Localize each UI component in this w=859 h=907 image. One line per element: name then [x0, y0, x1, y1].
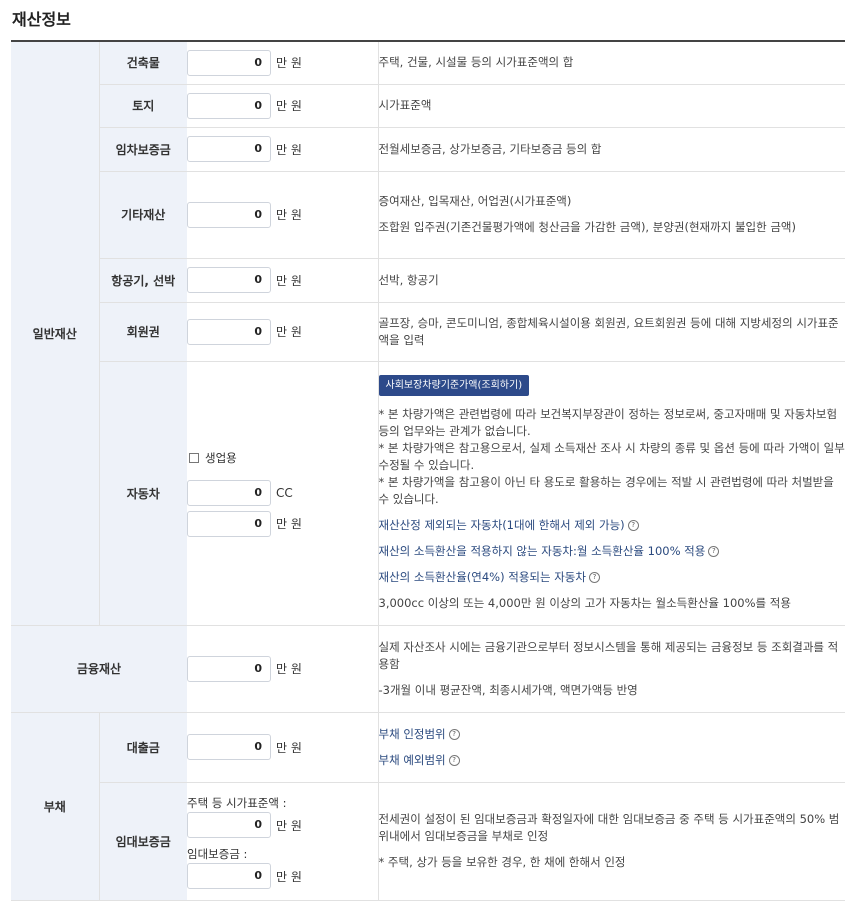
- property-table: 일반재산 건축물 0 만 원 주택, 건물, 시설물 등의 시가표준액의 합 토지…: [11, 40, 845, 901]
- land-unit: 만 원: [276, 99, 302, 113]
- loan-unit: 만 원: [276, 740, 302, 755]
- other-desc-1: 증여재산, 입목재산, 어업권(시가표준액): [378, 194, 572, 208]
- lease-desc-2: * 주택, 상가 등을 보유한 경우, 한 채에 한해서 인정: [378, 855, 626, 869]
- other-input[interactable]: 0: [187, 201, 271, 228]
- building-unit: 만 원: [276, 56, 302, 71]
- debt-recognized-link-text[interactable]: 부채 인정범위: [379, 727, 446, 741]
- row-lease: 임대보증금 주택 등 시가표준액 : 0 만 원 임대보증금 : 0 만 원 전세권…: [11, 782, 845, 901]
- car-note-3: * 본 차량가액을 참고용이 아닌 타 용도로 활용하는 경우에는 적발 시 관…: [378, 474, 834, 506]
- page: 재산정보 일반재산 건축물 0 만 원 주택, 건물, 시설물 등의 시가표준액의…: [0, 0, 859, 907]
- car-excluded-link-text[interactable]: 재산산정 제외되는 자동차(1대에 한해서 제외 가능): [379, 518, 625, 532]
- membership-input[interactable]: 0: [187, 318, 271, 345]
- label-car: 자동차: [98, 361, 187, 626]
- car-note-1: * 본 차량가액은 관련법령에 따라 보건복지부장관이 정하는 정보로써, 중고…: [378, 406, 838, 438]
- membership-desc: 골프장, 승마, 콘도미니엄, 종합체육시설이용 회원권, 요트회원권 등에 대…: [378, 315, 839, 347]
- financial-unit: 만 원: [276, 662, 302, 676]
- question-circle-icon[interactable]: ?: [588, 571, 600, 583]
- aircraft-desc: 선박, 항공기: [378, 272, 439, 287]
- question-circle-icon[interactable]: ?: [708, 545, 720, 557]
- row-loan: 부채 대출금 0 만 원 부채 인정범위? 부채 예외범위?: [11, 712, 846, 901]
- car-no-conversion-link-text[interactable]: 재산의 소득환산을 적용하지 않는 자동차:월 소득환산율 100% 적용: [379, 544, 706, 558]
- business-use-checkbox[interactable]: 생업용: [189, 450, 378, 466]
- house-price-input[interactable]: 0: [187, 812, 271, 838]
- other-unit: 만 원: [276, 208, 302, 222]
- debt-exception-link-text[interactable]: 부채 예외범위: [379, 753, 446, 767]
- lease-deposit-desc: 전월세보증금, 상가보증금, 기타보증금 등의 합: [378, 141, 602, 156]
- aircraft-input[interactable]: 0: [187, 267, 271, 293]
- car-price-input[interactable]: 0: [187, 510, 271, 537]
- building-desc: 주택, 건물, 시설물 등의 시가표준액의 합: [378, 55, 574, 70]
- lease-deposit-debt-unit: 만 원: [276, 869, 302, 884]
- label-land: 토지: [98, 84, 187, 128]
- house-price-unit: 만 원: [276, 818, 302, 833]
- lease-desc-1: 전세권이 설정이 된 임대보증금과 확정일자에 대한 임대보증금 중 주택 등 …: [378, 812, 840, 843]
- label-loan: 대출금: [98, 712, 187, 783]
- question-circle-icon[interactable]: ?: [448, 728, 460, 740]
- car-cc-unit: CC: [276, 485, 293, 500]
- label-membership: 회원권: [98, 302, 187, 362]
- label-building: 건축물: [98, 41, 187, 85]
- debt-exception-link[interactable]: 부채 예외범위?: [379, 752, 846, 769]
- row-lease-deposit: 임차보증금 0 만 원 전월세보증금, 상가보증금, 기타보증금 등의 합: [11, 127, 845, 172]
- financial-desc-1: 실제 자산조사 시에는 금융기관으로부터 정보시스템을 통해 제공되는 금융정보…: [378, 639, 839, 671]
- car-conversion-rate-link[interactable]: 재산의 소득환산율(연4%) 적용되는 자동차?: [379, 569, 846, 586]
- land-desc: 시가표준액: [378, 98, 432, 112]
- checkbox-icon[interactable]: [189, 453, 199, 463]
- loan-input[interactable]: 0: [187, 734, 271, 760]
- land-input[interactable]: 0: [187, 92, 271, 119]
- car-conversion-rate-link-text[interactable]: 재산의 소득환산율(연4%) 적용되는 자동차: [379, 570, 586, 584]
- label-lease-deposit: 임차보증금: [98, 127, 187, 172]
- lease-deposit-debt-input[interactable]: 0: [187, 863, 271, 889]
- aircraft-unit: 만 원: [276, 273, 302, 288]
- business-use-label: 생업용: [205, 450, 237, 465]
- other-desc-2: 조합원 입주권(기존건물평가액에 청산금을 가감한 금액), 분양권(현재까지 …: [378, 220, 797, 234]
- house-price-label: 주택 등 시가표준액 :: [187, 796, 287, 810]
- row-building: 일반재산 건축물 0 만 원 주택, 건물, 시설물 등의 시가표준액의 합: [11, 41, 845, 626]
- financial-desc-2: -3개월 이내 평균잔액, 최종시세가액, 액면가액등 반영: [378, 682, 638, 697]
- row-membership: 회원권 0 만 원 골프장, 승마, 콘도미니엄, 종합체육시설이용 회원권, 요…: [11, 302, 845, 362]
- lease-deposit-label: 임대보증금 :: [187, 847, 248, 861]
- row-land: 토지 0 만 원 시가표준액: [11, 84, 845, 128]
- car-note-2: * 본 차량가액은 참고용으로서, 실제 소득재산 조사 시 차량의 종류 및 …: [378, 440, 845, 472]
- car-price-unit: 만 원: [276, 517, 302, 531]
- question-circle-icon[interactable]: ?: [627, 519, 639, 531]
- question-circle-icon[interactable]: ?: [448, 754, 460, 766]
- row-car: 자동차 생업용 0 CC 0 만 원 사회보장차량기준가액(조회하기) * 본 차량…: [11, 361, 846, 626]
- membership-unit: 만 원: [276, 325, 302, 339]
- label-aircraft: 항공기, 선박: [98, 258, 187, 303]
- row-other: 기타재산 0 만 원 증여재산, 입목재산, 어업권(시가표준액) 조합원 입주권…: [11, 171, 845, 259]
- lease-deposit-input[interactable]: 0: [187, 136, 271, 162]
- financial-input[interactable]: 0: [187, 655, 271, 682]
- row-financial: 금융재산 0 만 원 실제 자산조사 시에는 금융기관으로부터 정보시스템을 통해…: [11, 625, 845, 713]
- label-other: 기타재산: [98, 171, 187, 259]
- car-no-conversion-link[interactable]: 재산의 소득환산을 적용하지 않는 자동차:월 소득환산율 100% 적용?: [379, 543, 846, 560]
- category-financial: 금융재산: [11, 625, 187, 713]
- car-note-last: 3,000cc 이상의 또는 4,000만 원 이상의 고가 자동차는 월소득환…: [378, 595, 791, 610]
- debt-recognized-link[interactable]: 부채 인정범위?: [379, 726, 846, 743]
- lease-deposit-unit: 만 원: [276, 142, 302, 157]
- category-general: 일반재산: [11, 41, 99, 626]
- category-debt: 부채: [11, 712, 99, 901]
- vehicle-price-lookup-button[interactable]: 사회보장차량기준가액(조회하기): [378, 374, 530, 396]
- building-input[interactable]: 0: [187, 49, 271, 76]
- car-cc-input[interactable]: 0: [187, 479, 271, 506]
- label-lease: 임대보증금: [98, 782, 187, 901]
- page-title: 재산정보: [12, 10, 71, 29]
- car-excluded-link[interactable]: 재산산정 제외되는 자동차(1대에 한해서 제외 가능)?: [379, 517, 846, 534]
- row-aircraft: 항공기, 선박 0 만 원 선박, 항공기: [11, 258, 845, 303]
